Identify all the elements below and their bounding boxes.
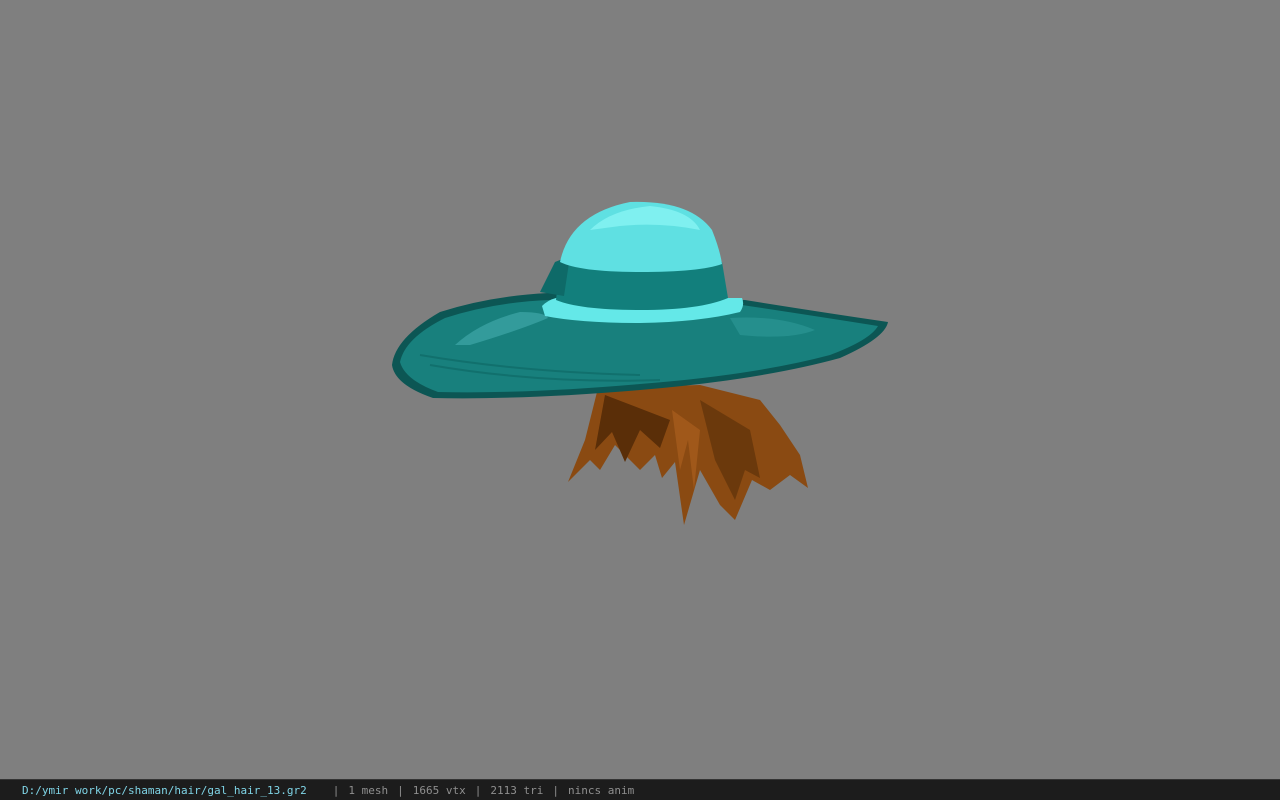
status-separator: | <box>397 783 404 797</box>
status-bar: D:/ymir work/pc/shaman/hair/gal_hair_13.… <box>0 779 1280 800</box>
hair-mesh <box>568 385 808 525</box>
status-separator: | <box>552 783 559 797</box>
3d-viewport[interactable] <box>0 0 1280 779</box>
vertex-count: 1665 vtx <box>412 783 466 797</box>
file-path: D:/ymir work/pc/shaman/hair/gal_hair_13.… <box>22 783 307 797</box>
model-render <box>392 201 888 525</box>
status-separator: | <box>474 783 482 797</box>
triangle-count: 2113 tri <box>490 783 544 797</box>
status-separator: | <box>332 783 340 797</box>
mesh-count: 1 mesh <box>348 783 389 797</box>
anim-status: nincs anim <box>568 783 635 797</box>
hat-crown <box>540 201 744 323</box>
